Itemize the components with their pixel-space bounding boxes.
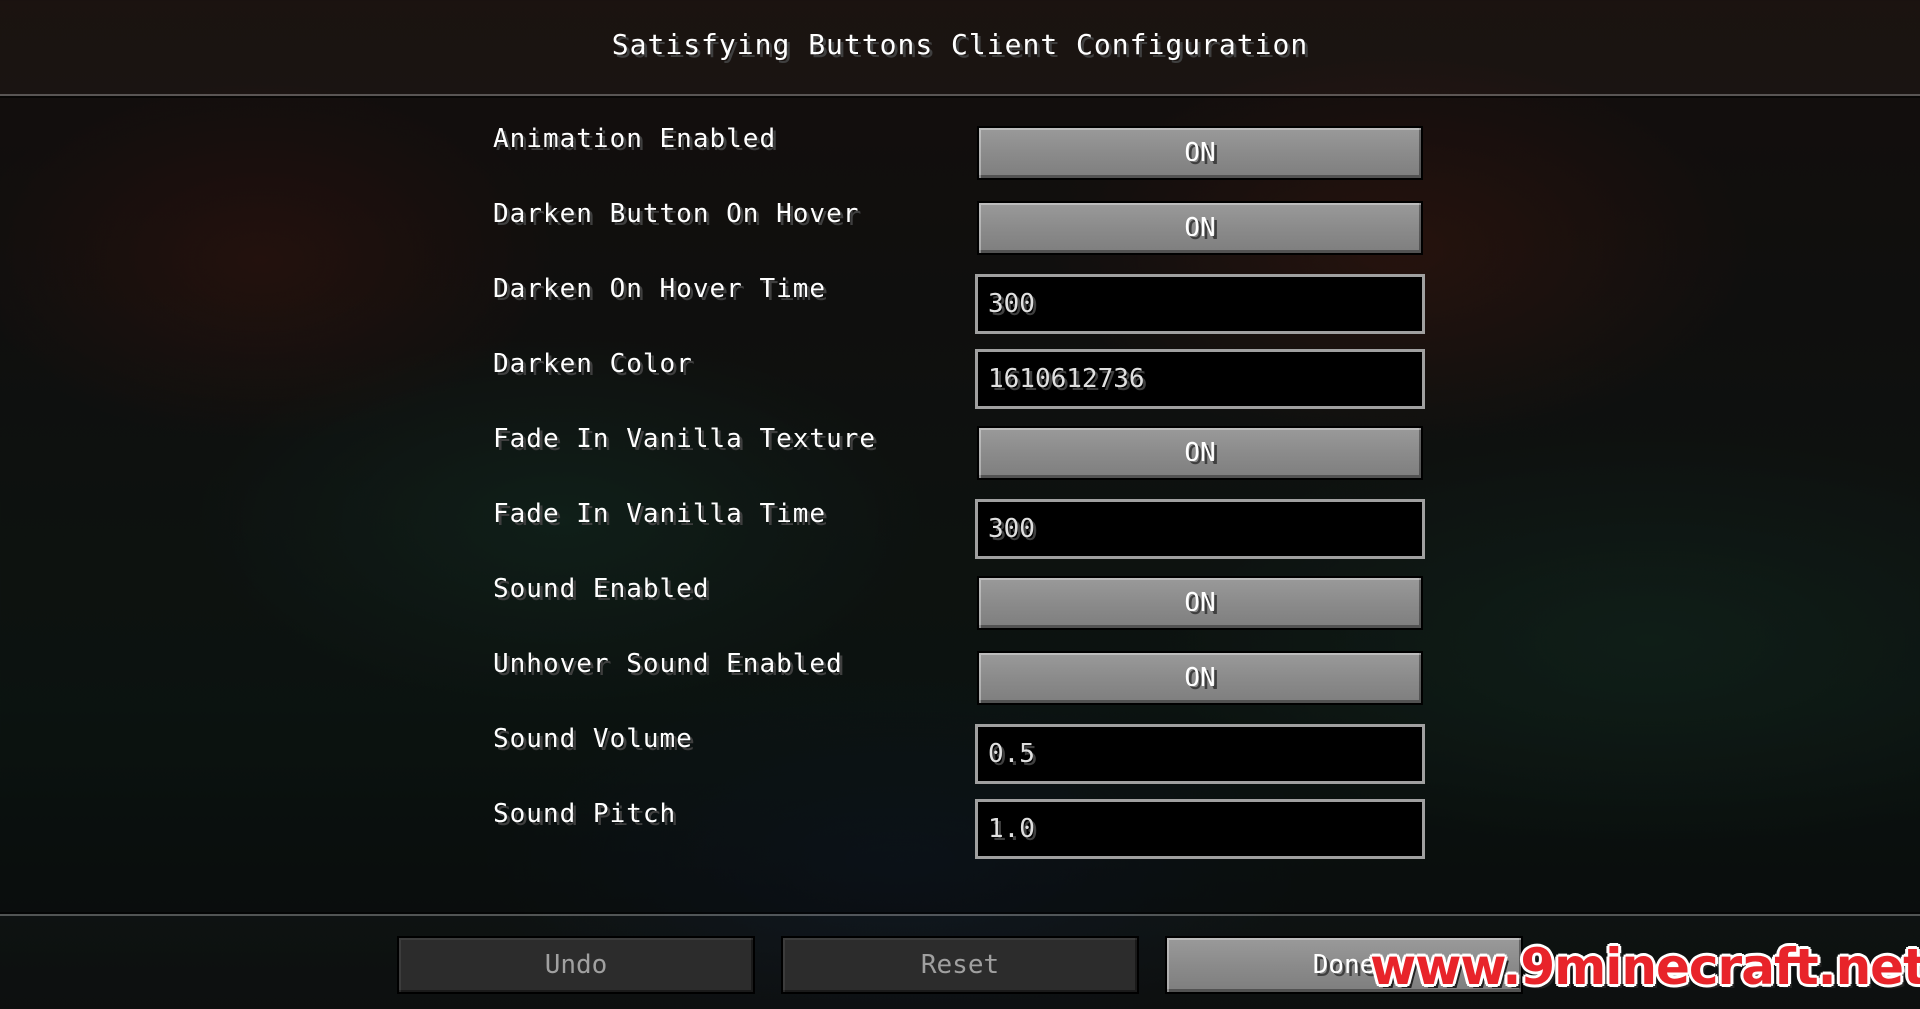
sound-enabled-toggle[interactable]: ON — [977, 576, 1423, 630]
sound-volume-field[interactable]: 0.5 — [975, 724, 1425, 784]
darken-color-field[interactable]: 1610612736 — [975, 349, 1425, 409]
option-label: Sound Volume — [493, 724, 693, 754]
option-label: Darken On Hover Time — [493, 274, 827, 304]
option-label: Darken Button On Hover — [493, 199, 860, 229]
reset-button[interactable]: Reset — [781, 936, 1139, 994]
option-row-unhover-sound-enabled: Unhover Sound Enabled ON — [0, 635, 1920, 705]
option-row-darken-button-on-hover: Darken Button On Hover ON — [0, 185, 1920, 255]
screen-header: Satisfying Buttons Client Configuration — [0, 0, 1920, 96]
animation-enabled-toggle[interactable]: ON — [977, 126, 1423, 180]
page-title: Satisfying Buttons Client Configuration — [611, 28, 1309, 61]
undo-button[interactable]: Undo — [397, 936, 755, 994]
option-row-fade-in-vanilla-time: Fade In Vanilla Time 300 — [0, 485, 1920, 559]
option-label: Unhover Sound Enabled — [493, 649, 843, 679]
option-label: Fade In Vanilla Texture — [493, 424, 877, 454]
config-options-list[interactable]: Animation Enabled ON Darken Button On Ho… — [0, 96, 1920, 914]
option-label: Animation Enabled — [493, 124, 777, 154]
unhover-sound-enabled-toggle[interactable]: ON — [977, 651, 1423, 705]
option-label: Fade In Vanilla Time — [493, 499, 827, 529]
option-row-darken-on-hover-time: Darken On Hover Time 300 — [0, 260, 1920, 334]
option-label: Darken Color — [493, 349, 693, 379]
option-row-sound-volume: Sound Volume 0.5 — [0, 710, 1920, 784]
option-row-fade-in-vanilla-texture: Fade In Vanilla Texture ON — [0, 410, 1920, 480]
option-row-darken-color: Darken Color 1610612736 — [0, 335, 1920, 409]
fade-in-vanilla-texture-toggle[interactable]: ON — [977, 426, 1423, 480]
darken-on-hover-time-field[interactable]: 300 — [975, 274, 1425, 334]
option-row-animation-enabled: Animation Enabled ON — [0, 110, 1920, 180]
fade-in-vanilla-time-field[interactable]: 300 — [975, 499, 1425, 559]
option-row-sound-pitch: Sound Pitch 1.0 — [0, 785, 1920, 859]
sound-pitch-field[interactable]: 1.0 — [975, 799, 1425, 859]
option-label: Sound Enabled — [493, 574, 710, 604]
option-label: Sound Pitch — [493, 799, 677, 829]
darken-button-on-hover-toggle[interactable]: ON — [977, 201, 1423, 255]
option-row-sound-enabled: Sound Enabled ON — [0, 560, 1920, 630]
watermark-logo: www.9minecraft.net — [1370, 938, 1920, 996]
